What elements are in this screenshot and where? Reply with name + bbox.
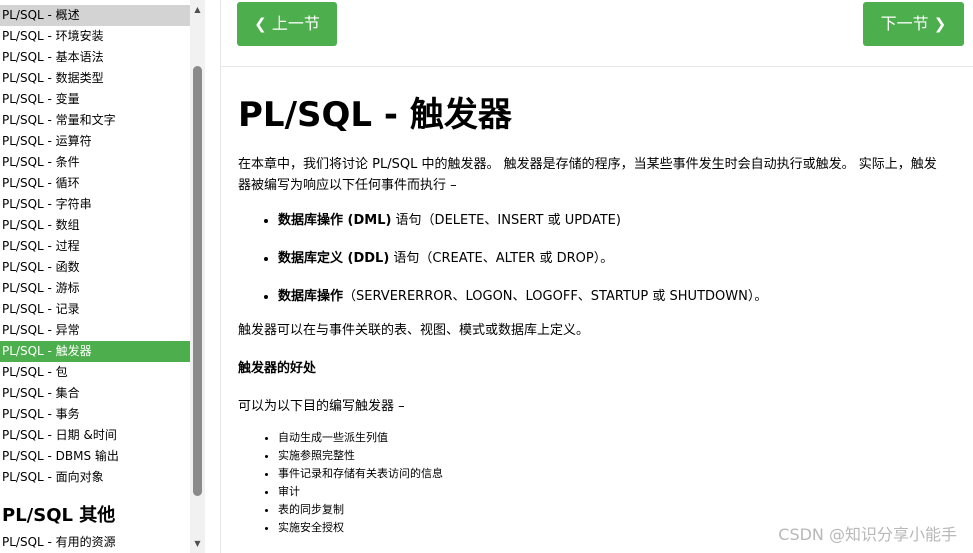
event-list-item: 数据库定义 (DDL) 语句（CREATE、ALTER 或 DROP）。 (278, 248, 946, 269)
purpose-list-item: 实施参照完整性 (278, 447, 946, 465)
sidebar-item[interactable]: PL/SQL - 基本语法 (0, 47, 190, 68)
prev-section-button[interactable]: ❮ 上一节 (237, 2, 337, 46)
purpose-list-item: 表的同步复制 (278, 501, 946, 519)
event-type: 数据库操作 (278, 289, 344, 304)
sidebar-item[interactable]: PL/SQL - 字符串 (0, 194, 190, 215)
purpose-list-item: 事件记录和存储有关表访问的信息 (278, 465, 946, 483)
intro-paragraph: 在本章中，我们将讨论 PL/SQL 中的触发器。 触发器是存储的程序，当某些事件… (238, 157, 937, 193)
event-type: 数据库定义 (DDL) (278, 251, 390, 266)
page-title: PL/SQL - 触发器 (238, 95, 512, 135)
article: PL/SQL - 触发器 在本章中，我们将讨论 PL/SQL 中的触发器。 触发… (221, 93, 973, 537)
sidebar-item[interactable]: PL/SQL - 数据类型 (0, 68, 190, 89)
sidebar-item[interactable]: PL/SQL - 环境安装 (0, 26, 190, 47)
chevron-right-icon: ❯ (933, 15, 947, 33)
sidebar-item[interactable]: PL/SQL - DBMS 输出 (0, 446, 190, 467)
sidebar-item[interactable]: PL/SQL - 变量 (0, 89, 190, 110)
watermark: CSDN @知识分享小能手 (778, 525, 957, 544)
event-list-item: 数据库操作 (DML) 语句（DELETE、INSERT 或 UPDATE) (278, 210, 946, 231)
event-detail: （SERVERERROR、LOGON、LOGOFF、STARTUP 或 SHUT… (343, 289, 768, 304)
sidebar-item[interactable]: PL/SQL - 循环 (0, 173, 190, 194)
sidebar-item[interactable]: PL/SQL - 面向对象 (0, 467, 190, 488)
sidebar-item[interactable]: PL/SQL - 数组 (0, 215, 190, 236)
pagination-bar: ❮ 上一节 下一节 ❯ (221, 0, 973, 67)
sidebar-item[interactable]: PL/SQL - 游标 (0, 278, 190, 299)
trigger-events-list: 数据库操作 (DML) 语句（DELETE、INSERT 或 UPDATE)数据… (238, 210, 946, 307)
sidebar-item[interactable]: PL/SQL - 异常 (0, 320, 190, 341)
sidebar-item[interactable]: PL/SQL - 函数 (0, 257, 190, 278)
scroll-thumb[interactable] (193, 66, 202, 496)
next-section-button[interactable]: 下一节 ❯ (863, 2, 964, 46)
sidebar-nav: PL/SQL - 基础PL/SQL - 概述PL/SQL - 环境安装PL/SQ… (0, 0, 190, 553)
sidebar-item[interactable]: PL/SQL - 概述 (0, 5, 190, 26)
benefits-heading: 触发器的好处 (238, 361, 317, 376)
next-section-label: 下一节 (880, 14, 929, 33)
prev-section-label: 上一节 (271, 14, 320, 33)
sidebar-item[interactable]: PL/SQL - 条件 (0, 152, 190, 173)
chevron-left-icon: ❮ (254, 15, 267, 33)
scroll-down-arrow-icon[interactable]: ▼ (190, 536, 205, 551)
purpose-list-item: 自动生成一些派生列值 (278, 429, 946, 447)
event-detail: 语句（CREATE、ALTER 或 DROP）。 (389, 251, 614, 266)
define-paragraph: 触发器可以在与事件关联的表、视图、模式或数据库上定义。 (238, 323, 590, 338)
sidebar-list: PL/SQL - 基础PL/SQL - 概述PL/SQL - 环境安装PL/SQ… (0, 0, 190, 553)
sidebar-item[interactable]: PL/SQL - 包 (0, 362, 190, 383)
purpose-list-item: 审计 (278, 483, 946, 501)
sidebar-item[interactable]: PL/SQL - 触发器 (0, 341, 190, 362)
sidebar-item[interactable]: PL/SQL - 事务 (0, 404, 190, 425)
sidebar-item[interactable]: PL/SQL - 记录 (0, 299, 190, 320)
sidebar-item[interactable]: PL/SQL - 过程 (0, 236, 190, 257)
sidebar-scrollbar[interactable]: ▲ ▼ (190, 0, 205, 553)
sidebar-item[interactable]: PL/SQL - 常量和文字 (0, 110, 190, 131)
main-content: ❮ 上一节 下一节 ❯ PL/SQL - 触发器 在本章中，我们将讨论 PL/S… (220, 0, 973, 553)
sidebar-item[interactable]: PL/SQL - 集合 (0, 383, 190, 404)
sidebar-item[interactable]: PL/SQL - 运算符 (0, 131, 190, 152)
event-list-item: 数据库操作（SERVERERROR、LOGON、LOGOFF、STARTUP 或… (278, 286, 946, 307)
sidebar-item[interactable]: PL/SQL - 有用的资源 (0, 532, 190, 553)
purposes-intro: 可以为以下目的编写触发器 – (238, 399, 405, 414)
sidebar-section-heading: PL/SQL 其他 (2, 505, 116, 526)
scroll-up-arrow-icon[interactable]: ▲ (190, 2, 205, 17)
event-type: 数据库操作 (DML) (278, 213, 392, 228)
sidebar-item[interactable]: PL/SQL - 日期 &时间 (0, 425, 190, 446)
event-detail: 语句（DELETE、INSERT 或 UPDATE) (391, 213, 621, 228)
